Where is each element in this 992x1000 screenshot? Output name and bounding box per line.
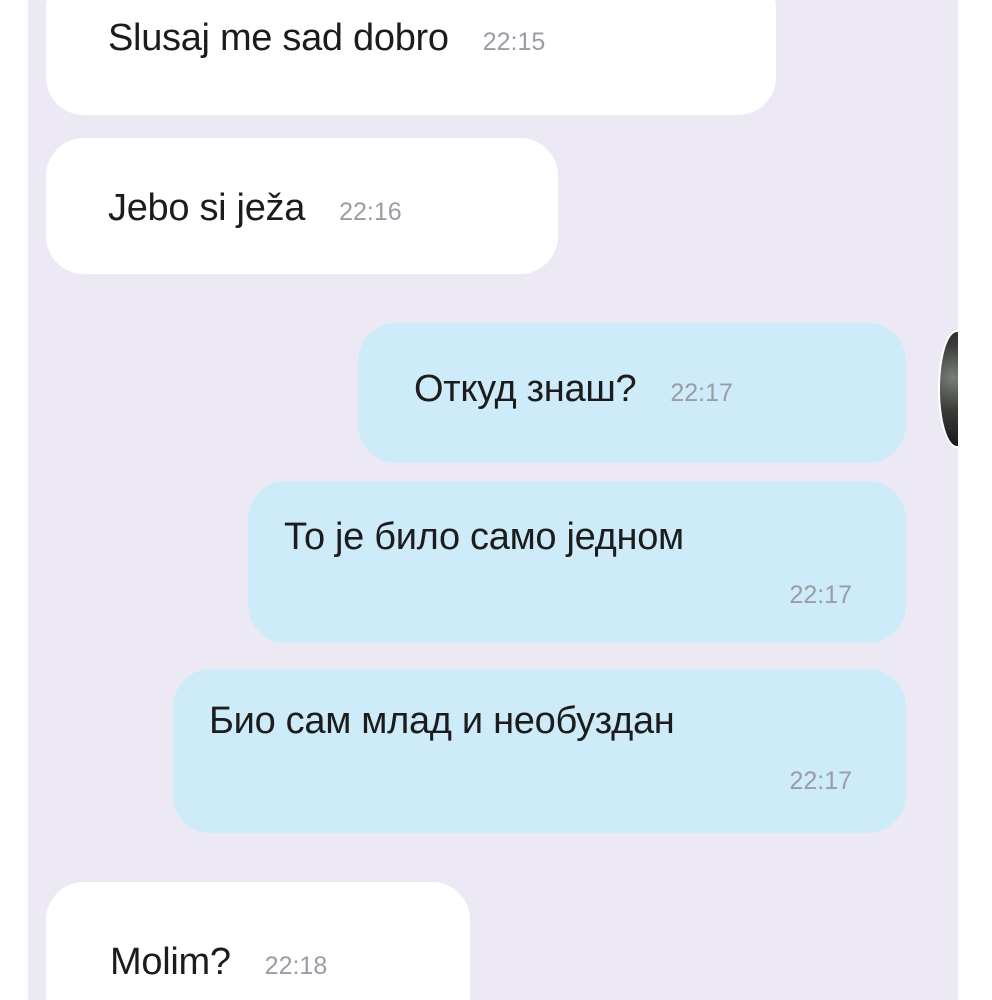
message-time: 22:18 <box>264 952 328 980</box>
message-row: Jebo si ježa 22:16 <box>108 186 558 230</box>
chat-screen: Slusaj me sad dobro 22:15 Jebo si ježa 2… <box>28 0 958 1000</box>
message-text: Jebo si ježa <box>108 187 306 229</box>
message-row: Molim? 22:18 <box>110 940 470 984</box>
message-text: То је било само једном <box>284 516 684 558</box>
message-bubble-incoming[interactable]: Jebo si ježa 22:16 <box>46 138 558 274</box>
message-row: Откуд знаш? 22:17 <box>414 367 906 411</box>
message-bubble-incoming[interactable]: Molim? 22:18 <box>46 882 470 1000</box>
message-text: Откуд знаш? <box>414 368 637 410</box>
message-time: 22:17 <box>789 581 852 609</box>
message-time: 22:17 <box>670 379 733 407</box>
message-text: Molim? <box>110 941 231 983</box>
message-bubble-outgoing[interactable]: Био сам млад и необуздан 22:17 <box>173 669 906 833</box>
message-row: Slusaj me sad dobro 22:15 <box>108 16 776 60</box>
message-text: Slusaj me sad dobro <box>108 17 449 59</box>
message-bubble-outgoing[interactable]: То је било само једном 22:17 <box>248 481 906 643</box>
user-avatar-icon[interactable] <box>938 330 958 448</box>
message-time: 22:15 <box>482 28 546 56</box>
message-bubble-incoming[interactable]: Slusaj me sad dobro 22:15 <box>46 0 776 115</box>
message-time: 22:17 <box>789 767 852 795</box>
message-text: Био сам млад и необуздан <box>209 700 675 742</box>
message-time: 22:16 <box>339 198 402 226</box>
message-bubble-outgoing[interactable]: Откуд знаш? 22:17 <box>358 323 906 463</box>
